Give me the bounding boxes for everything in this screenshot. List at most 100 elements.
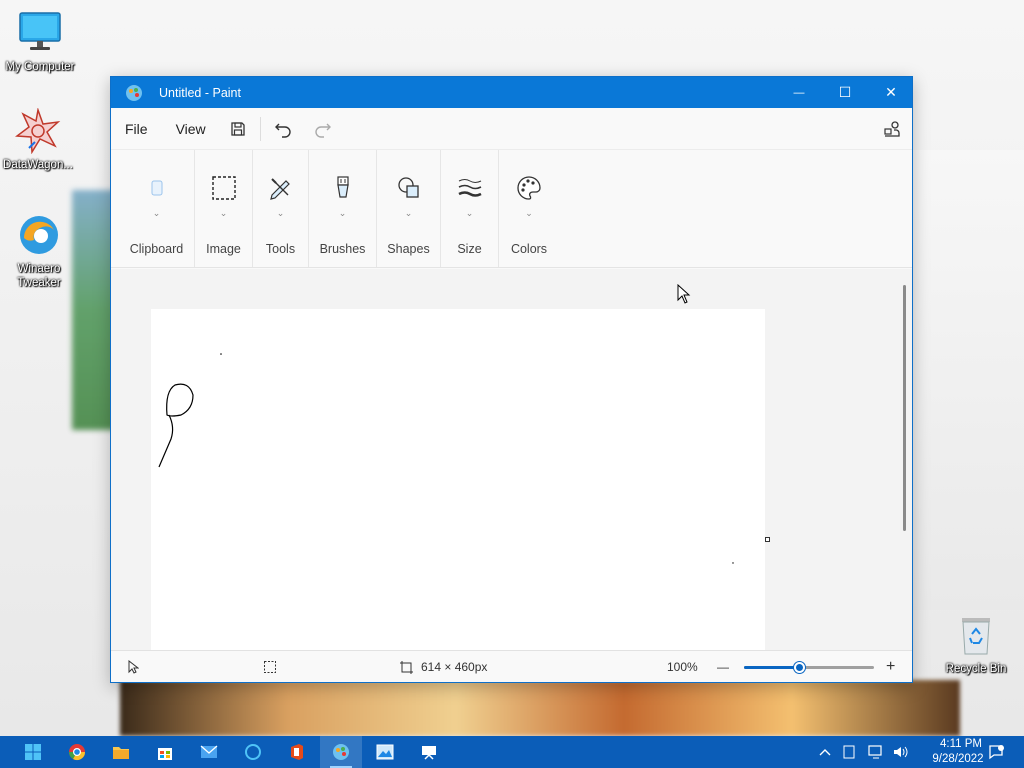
desktop-icon-label: My Computer [5,61,75,73]
close-button[interactable]: ✕ [868,77,914,108]
monitor-icon [17,10,63,56]
ribbon-group-shapes[interactable]: ⌄ Shapes [377,150,441,267]
ribbon-group-brushes[interactable]: ⌄ Brushes [309,150,377,267]
drawing-canvas[interactable] [151,309,770,650]
save-button[interactable] [228,119,248,139]
paint-window: Untitled - Paint — ☐ ✕ File View ⌄ Clipb… [110,76,913,683]
zoom-slider-thumb[interactable] [793,662,805,673]
drawing-strokes [158,353,734,564]
minus-icon: — [717,659,729,674]
chevron-down-icon: ⌄ [404,208,413,218]
taskbar-photos[interactable] [373,740,397,764]
desktop-icon-recycle-bin[interactable]: Recycle Bin [936,614,1016,676]
wallpaper-fragment [120,680,960,736]
desktop-icon-label: Recycle Bin [945,663,1007,675]
taskbar-app[interactable] [417,740,441,764]
show-hidden-icons-button[interactable] [813,740,837,764]
ribbon-group-clipboard[interactable]: ⌄ Clipboard [119,150,195,267]
taskbar-mail[interactable] [197,740,221,764]
menu-file[interactable]: File [111,121,162,137]
title-bar[interactable]: Untitled - Paint — ☐ ✕ [111,77,912,108]
cortana-icon [245,744,261,760]
chevron-down-icon: ⌄ [338,208,347,218]
volume-icon [894,746,908,758]
tray-app[interactable] [837,740,861,764]
ribbon-label-image: Image [206,242,241,256]
shapes-icon [395,174,423,202]
taskbar-paint[interactable] [329,740,353,764]
taskbar-chrome[interactable] [65,740,89,764]
vertical-scrollbar[interactable] [903,285,906,531]
mail-icon [200,745,218,758]
ribbon-label-size: Size [457,242,482,256]
notification-icon [989,745,1004,760]
pointer-position-icon [127,659,139,674]
windows-logo-icon [25,744,41,760]
folder-icon [113,747,129,759]
select-rectangle-icon [210,174,238,202]
store-icon [158,748,172,760]
start-button[interactable] [21,740,45,764]
paint-icon [333,744,349,760]
whiteboard-icon [422,746,436,760]
close-icon: ✕ [885,84,897,100]
zoom-in-button[interactable]: + [886,658,895,676]
office-icon [291,744,303,760]
zoom-out-button[interactable]: — [717,660,729,674]
palette-icon [515,174,543,202]
canvas-size-indicator: 614 × 460px [399,660,487,674]
selection-size-icon [263,660,277,674]
minimize-button[interactable]: — [776,77,822,108]
taskbar: 4:11 PM 9/28/2022 [0,736,1024,768]
taskbar-store[interactable] [153,740,177,764]
canvas-size-icon [400,660,413,674]
maximize-icon: ☐ [838,84,852,100]
ribbon-label-shapes: Shapes [387,242,430,256]
chevron-down-icon: ⌄ [465,208,474,218]
plus-icon: + [886,657,896,675]
redo-icon [315,123,331,138]
chevron-down-icon: ⌄ [525,208,533,218]
desktop-icon-winaero-tweaker[interactable]: Winaero Tweaker [1,212,77,290]
network-icon [868,745,882,759]
stroke-size-icon [456,174,484,202]
desktop-icon-my-computer[interactable]: My Computer [2,10,78,74]
taskbar-file-explorer[interactable] [109,740,133,764]
desktop-icon-label: DataWagon... [3,159,73,171]
ribbon: ⌄ Clipboard ⌄ Image ⌄ Tools ⌄ Brushes ⌄ … [111,150,912,268]
menu-view[interactable]: View [162,121,220,137]
window-title: Untitled - Paint [159,85,241,100]
clipboard-icon [143,174,171,202]
maximize-button[interactable]: ☐ [822,77,868,108]
undo-icon [274,123,291,138]
menu-bar: File View [111,108,912,150]
ribbon-group-image[interactable]: ⌄ Image [195,150,253,267]
chevron-down-icon: ⌄ [219,208,228,218]
edge-like-icon [16,212,62,258]
ribbon-group-colors[interactable]: ⌄ Colors [499,150,559,267]
zoom-level-text[interactable]: 100% [667,660,698,674]
canvas-size-text: 614 × 460px [421,659,488,674]
ribbon-label-colors: Colors [510,242,548,256]
taskbar-cortana[interactable] [241,740,265,764]
ribbon-label-clipboard: Clipboard [129,242,184,256]
network-button[interactable] [864,740,888,764]
canvas-resize-handle[interactable] [765,537,770,542]
account-button[interactable] [882,119,902,139]
volume-button[interactable] [889,740,913,764]
ribbon-group-size[interactable]: ⌄ Size [441,150,499,267]
desktop-icon-datawagon[interactable]: DataWagon... [0,107,76,172]
redo-button[interactable] [313,119,333,139]
notifications-button[interactable] [984,740,1008,764]
recycle-bin-icon [956,614,996,658]
photos-icon [376,744,394,760]
ribbon-group-tools[interactable]: ⌄ Tools [253,150,309,267]
zoom-slider-fill [744,666,799,669]
pencil-icon [267,174,295,202]
undo-button[interactable] [273,119,293,139]
taskbar-office[interactable] [285,740,309,764]
wallpaper-fragment [912,150,1024,610]
canvas-area[interactable] [111,269,912,650]
star-logo-icon [14,107,61,155]
chevron-up-icon [819,749,831,756]
